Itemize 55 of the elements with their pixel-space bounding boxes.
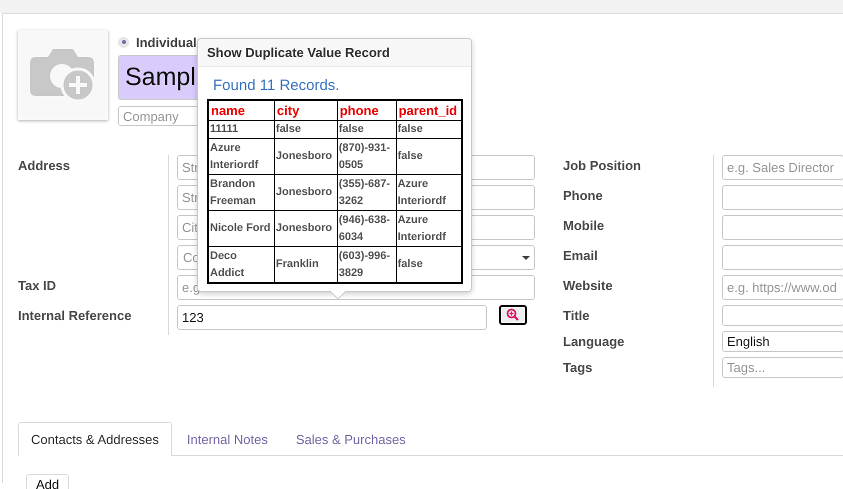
field-label: Job Position [563,158,641,173]
table-cell: (870)-931-0505 [338,142,390,170]
photo-placeholder[interactable] [18,30,108,120]
field-label: Tags [563,360,592,375]
field-label: Internal Reference [18,308,132,323]
table-cell: Azure Interiordf [398,214,446,242]
popover-title: Show Duplicate Value Record [207,45,390,60]
add-button[interactable]: Add [26,474,70,489]
table-cell: (355)-687-3262 [338,178,390,206]
field-label: Phone [563,188,603,203]
caret-icon [522,256,530,260]
tab[interactable]: Internal Notes [174,422,281,455]
zoom-in-icon [506,308,520,321]
input-field[interactable] [722,305,843,326]
input-field[interactable]: Tags... [722,357,843,378]
table-cell: Franklin [276,258,319,270]
radio-label[interactable]: Individual [136,34,197,50]
input-field[interactable] [722,215,843,240]
table-cell: (603)-996-3829 [338,250,390,278]
input-field[interactable] [722,245,843,270]
input-field[interactable]: e.g. Sales Director [722,155,843,180]
column-header: city [274,100,338,120]
table-cell: false [276,123,301,135]
column-header: name [208,100,274,120]
field-label: Address [18,158,70,173]
table-cell: false [398,258,423,270]
tab[interactable]: Contacts & Addresses [18,422,172,456]
field-label: Email [563,248,598,263]
tab[interactable]: Sales & Purchases [282,422,419,455]
table-cell: Jonesboro [276,186,332,198]
field-label: Tax ID [18,278,56,293]
field-label: Website [563,278,613,293]
table-cell: (946)-638-6034 [338,214,390,242]
records-found-message: Found 11 Records. [213,77,340,94]
table-cell: Nicole Ford [210,222,271,234]
table-cell: Azure Interiordf [210,142,258,170]
column-header: phone [337,100,396,120]
search-button[interactable] [498,304,527,324]
field-label: Mobile [563,218,604,233]
radio-button[interactable] [118,36,129,48]
table-cell: false [398,150,423,162]
table-cell: Jonesboro [276,150,332,162]
field-label: Language [563,334,624,349]
table-cell: Deco Addict [210,250,244,278]
table-cell: Azure Interiordf [398,178,446,206]
field-label: Title [563,308,590,323]
input-field[interactable] [722,185,843,210]
table-cell: Brandon Freeman [210,178,256,206]
input-field[interactable]: 123 [177,305,487,330]
input-field[interactable]: English [722,331,843,352]
table-cell: 11111 [210,123,238,135]
table-cell: Jonesboro [276,222,332,234]
table-cell: false [398,123,423,135]
table-cell: false [338,123,364,135]
input-field[interactable]: e.g. https://www.od [722,275,843,300]
